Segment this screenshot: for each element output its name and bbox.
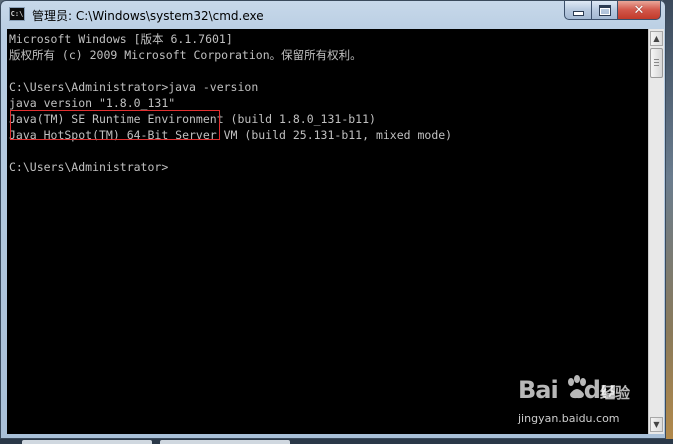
watermark-url: jingyan.baidu.com [518,412,620,425]
paw-icon [568,375,586,399]
watermark-subtitle: 经验 [600,384,631,402]
console-line: java version "1.8.0_131" [9,96,176,110]
maximize-button[interactable] [591,1,618,20]
console-line: Microsoft Windows [版本 6.1.7601] [9,32,233,46]
vertical-scrollbar[interactable]: ▲ ▼ [648,29,664,434]
minimize-button[interactable] [564,1,592,20]
maximize-icon [598,4,611,16]
console-text: Microsoft Windows [版本 6.1.7601] 版权所有 (c)… [7,29,648,175]
title-bar[interactable]: C:\ 管理员: C:\Windows\system32\cmd.exe ✕ [1,1,665,29]
cmd-icon[interactable]: C:\ [9,7,25,21]
console-line: C:\Users\Administrator>java -version [9,80,259,94]
scroll-down-arrow-icon[interactable]: ▼ [650,417,663,432]
taskbar-button[interactable] [160,440,290,444]
baidu-watermark: Bai du 经验 jingyan.baidu.com [518,372,638,430]
grip-line [654,59,659,60]
window-title: 管理员: C:\Windows\system32\cmd.exe [32,9,264,23]
scrollbar-thumb[interactable] [650,48,663,78]
console-line: C:\Users\Administrator> [9,160,169,174]
close-icon: ✕ [633,2,645,18]
minimize-icon [572,10,584,16]
grip-line [654,65,659,66]
taskbar-button[interactable] [22,440,152,444]
close-button[interactable]: ✕ [617,1,661,20]
scroll-up-arrow-icon[interactable]: ▲ [650,31,663,46]
grip-line [654,62,659,63]
console-line: 版权所有 (c) 2009 Microsoft Corporation。保留所有… [9,48,362,62]
highlight-box [10,110,220,140]
